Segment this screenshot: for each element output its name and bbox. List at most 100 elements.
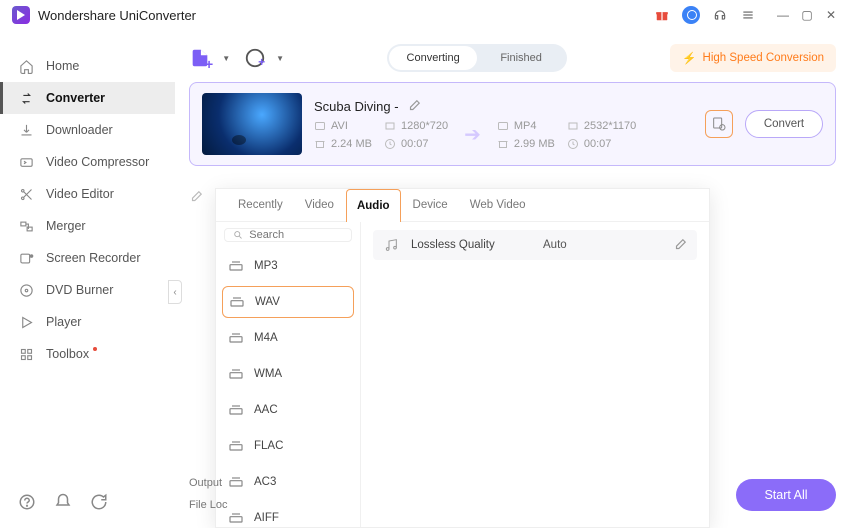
src-format: AVI bbox=[331, 120, 348, 132]
format-option-m4a[interactable]: M4A bbox=[216, 320, 360, 356]
arrow-right-icon: ➔ bbox=[464, 122, 481, 147]
dst-size: 2.99 MB bbox=[514, 138, 555, 150]
high-speed-conversion-button[interactable]: ⚡ High Speed Conversion bbox=[670, 44, 836, 72]
sidebar-item-merger[interactable]: Merger bbox=[0, 210, 175, 242]
edit-row-icon[interactable] bbox=[189, 190, 203, 204]
scissors-icon bbox=[18, 186, 34, 202]
disc-icon bbox=[18, 282, 34, 298]
convert-button[interactable]: Convert bbox=[745, 110, 823, 138]
bell-icon[interactable] bbox=[54, 493, 72, 511]
feedback-icon[interactable] bbox=[90, 493, 108, 511]
format-option-label: AAC bbox=[254, 404, 278, 416]
tab-finished[interactable]: Finished bbox=[477, 46, 565, 70]
maximize-button[interactable]: ▢ bbox=[800, 8, 814, 22]
audio-format-icon bbox=[228, 474, 244, 490]
menu-icon[interactable] bbox=[740, 7, 756, 23]
compress-icon bbox=[18, 154, 34, 170]
audio-format-icon bbox=[228, 438, 244, 454]
format-option-mp3[interactable]: MP3 bbox=[216, 248, 360, 284]
quality-label: Lossless Quality bbox=[411, 239, 531, 251]
src-duration: 00:07 bbox=[401, 138, 429, 150]
app-logo bbox=[12, 6, 30, 24]
format-option-label: FLAC bbox=[254, 440, 283, 452]
sidebar-item-downloader[interactable]: Downloader bbox=[0, 114, 175, 146]
chevron-down-icon: ▼ bbox=[276, 54, 284, 63]
format-option-wav[interactable]: WAV bbox=[222, 286, 354, 318]
sidebar-item-dvd-burner[interactable]: DVD Burner bbox=[0, 274, 175, 306]
badge-dot bbox=[93, 347, 97, 351]
status-segment: Converting Finished bbox=[387, 44, 567, 72]
quality-value: Auto bbox=[543, 239, 567, 251]
sidebar-item-label: Video Editor bbox=[46, 187, 114, 201]
search-icon bbox=[233, 229, 243, 241]
headset-icon[interactable] bbox=[712, 7, 728, 23]
format-tab-device[interactable]: Device bbox=[403, 189, 458, 221]
minimize-button[interactable]: ― bbox=[776, 8, 790, 22]
audio-format-icon bbox=[228, 510, 244, 526]
play-icon bbox=[18, 314, 34, 330]
music-note-icon bbox=[383, 237, 399, 253]
dst-resolution: 2532*1170 bbox=[584, 120, 636, 132]
format-tab-web-video[interactable]: Web Video bbox=[460, 189, 536, 221]
video-thumbnail[interactable] bbox=[202, 93, 302, 155]
src-resolution: 1280*720 bbox=[401, 120, 448, 132]
add-file-button[interactable]: + ▼ bbox=[189, 47, 230, 69]
sidebar: Home Converter Downloader Video Compressor V… bbox=[0, 30, 175, 525]
quality-edit-icon[interactable] bbox=[673, 238, 687, 252]
sidebar-item-player[interactable]: Player bbox=[0, 306, 175, 338]
sidebar-item-video-editor[interactable]: Video Editor bbox=[0, 178, 175, 210]
sidebar-item-converter[interactable]: Converter bbox=[0, 82, 175, 114]
user-avatar-icon[interactable] bbox=[682, 6, 700, 24]
dst-format: MP4 bbox=[514, 120, 537, 132]
output-settings-button[interactable] bbox=[705, 110, 733, 138]
gift-icon[interactable] bbox=[654, 7, 670, 23]
sidebar-item-label: Merger bbox=[46, 219, 86, 233]
sidebar-item-screen-recorder[interactable]: Screen Recorder bbox=[0, 242, 175, 274]
format-tab-video[interactable]: Video bbox=[295, 189, 344, 221]
format-option-flac[interactable]: FLAC bbox=[216, 428, 360, 464]
sidebar-item-label: Toolbox bbox=[46, 347, 89, 361]
file-location-label: File Loc bbox=[189, 499, 228, 511]
audio-format-icon bbox=[229, 294, 245, 310]
format-option-ac3[interactable]: AC3 bbox=[216, 464, 360, 500]
grid-icon bbox=[18, 346, 34, 362]
sidebar-item-label: Converter bbox=[46, 91, 105, 105]
sidebar-item-label: DVD Burner bbox=[46, 283, 113, 297]
close-button[interactable]: ✕ bbox=[824, 8, 838, 22]
sidebar-item-toolbox[interactable]: Toolbox bbox=[0, 338, 175, 370]
format-tab-audio[interactable]: Audio bbox=[346, 189, 401, 222]
bolt-icon: ⚡ bbox=[682, 51, 696, 65]
audio-format-icon bbox=[228, 258, 244, 274]
format-option-label: WMA bbox=[254, 368, 282, 380]
format-option-wma[interactable]: WMA bbox=[216, 356, 360, 392]
sidebar-item-video-compressor[interactable]: Video Compressor bbox=[0, 146, 175, 178]
file-title: Scuba Diving - bbox=[314, 99, 399, 114]
sidebar-item-label: Screen Recorder bbox=[46, 251, 141, 265]
record-icon bbox=[18, 250, 34, 266]
format-search-input[interactable] bbox=[249, 229, 343, 241]
quality-preset-row[interactable]: Lossless Quality Auto bbox=[373, 230, 697, 260]
dst-duration: 00:07 bbox=[584, 138, 612, 150]
high-speed-label: High Speed Conversion bbox=[703, 52, 824, 64]
app-title: Wondershare UniConverter bbox=[38, 8, 196, 23]
converter-icon bbox=[18, 90, 34, 106]
sidebar-item-label: Video Compressor bbox=[46, 155, 149, 169]
help-icon[interactable] bbox=[18, 493, 36, 511]
sidebar-item-label: Home bbox=[46, 59, 79, 73]
add-url-button[interactable]: + ▼ bbox=[244, 47, 284, 69]
start-all-button[interactable]: Start All bbox=[736, 479, 836, 511]
home-icon bbox=[18, 58, 34, 74]
format-option-label: MP3 bbox=[254, 260, 278, 272]
tab-converting[interactable]: Converting bbox=[389, 46, 477, 70]
format-option-aac[interactable]: AAC bbox=[216, 392, 360, 428]
format-option-aiff[interactable]: AIFF bbox=[216, 500, 360, 527]
edit-title-icon[interactable] bbox=[407, 99, 421, 113]
sidebar-item-home[interactable]: Home bbox=[0, 50, 175, 82]
format-tab-recently[interactable]: Recently bbox=[228, 189, 293, 221]
format-search[interactable] bbox=[224, 228, 352, 242]
audio-format-icon bbox=[228, 402, 244, 418]
format-option-label: AIFF bbox=[254, 512, 279, 524]
output-label: Output bbox=[189, 477, 228, 489]
merge-icon bbox=[18, 218, 34, 234]
src-size: 2.24 MB bbox=[331, 138, 372, 150]
